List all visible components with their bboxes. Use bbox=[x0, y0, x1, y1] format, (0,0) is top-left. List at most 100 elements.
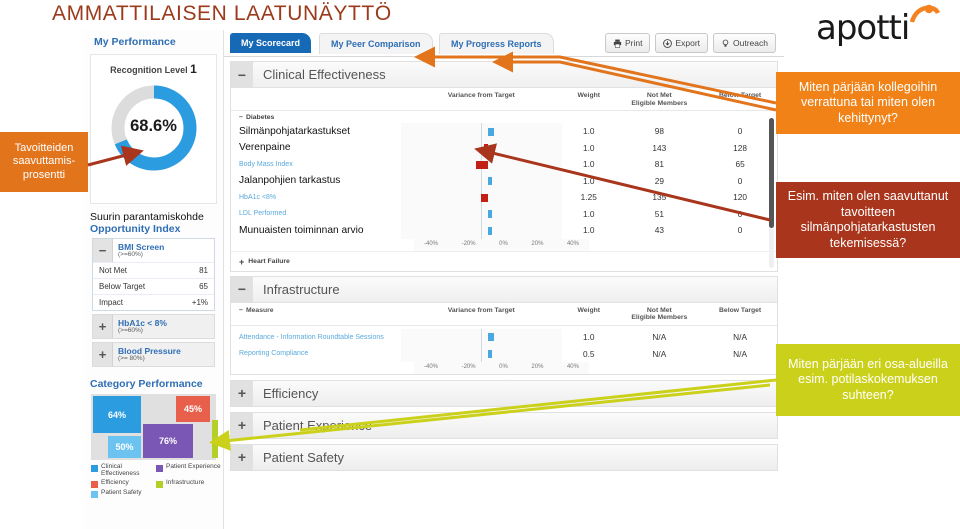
zero-axis bbox=[481, 123, 483, 140]
measure-rows-clinical-effectiveness: Silmänpohjatarkastukset 1.0 98 0 Verenpaine 1… bbox=[231, 123, 777, 239]
subgroup-header-diabetes[interactable]: − Diabetes bbox=[231, 111, 777, 123]
minus-icon[interactable]: − bbox=[93, 239, 113, 262]
below-target-cell: 65 bbox=[735, 159, 745, 170]
legend-swatch-icon bbox=[91, 480, 98, 488]
zero-axis bbox=[481, 345, 483, 362]
accordion-item-hba1c[interactable]: + HbA1c < 8% (>=60%) bbox=[92, 314, 215, 339]
measure-name-cell[interactable]: Body Mass Index bbox=[231, 161, 401, 168]
opportunity-accordion: − BMI Screen (>=60%) Not Met 81 Below Ta… bbox=[92, 238, 215, 367]
variance-bar bbox=[488, 333, 494, 342]
treemap-tile-patient-safety[interactable]: 50% bbox=[108, 436, 141, 458]
axis-tick: 40% bbox=[566, 363, 579, 370]
measure-name-cell[interactable]: LDL Performed bbox=[231, 210, 401, 217]
row-label: Below Target bbox=[99, 282, 146, 291]
tab-my-peer-comparison[interactable]: My Peer Comparison bbox=[319, 33, 433, 54]
minus-icon[interactable]: − bbox=[231, 276, 253, 302]
tab-my-scorecard[interactable]: My Scorecard bbox=[230, 33, 312, 53]
variance-plot bbox=[400, 156, 562, 173]
below-target-cell: 128 bbox=[733, 142, 748, 153]
table-row[interactable]: Munuaisten toiminnan arvio 1.0 43 0 bbox=[231, 222, 777, 239]
legend-label: Patient Experience bbox=[166, 463, 221, 470]
minus-icon[interactable]: − bbox=[231, 62, 253, 87]
measure-threshold: (>= 80%) bbox=[118, 354, 145, 362]
weight-cell: 1.0 bbox=[582, 332, 595, 343]
accordion-item-bmi-screen[interactable]: − BMI Screen (>=60%) Not Met 81 Below Ta… bbox=[92, 238, 215, 311]
treemap-tile-clinical-effectiveness[interactable]: 64% bbox=[93, 396, 141, 433]
variance-axis-labels: -40% -20% 0% 20% 40% bbox=[414, 238, 589, 251]
legend-label: Clinical Effectiveness bbox=[101, 463, 140, 477]
not-met-cell: 135 bbox=[652, 192, 667, 203]
variance-plot bbox=[400, 189, 562, 206]
table-row[interactable]: Reporting Compliance 0.5 N/A N/A bbox=[231, 345, 777, 362]
table-row[interactable]: Silmänpohjatarkastukset 1.0 98 0 bbox=[231, 123, 777, 140]
apotti-logo: apotti bbox=[816, 4, 946, 60]
treemap-tile-infrastructure[interactable] bbox=[212, 420, 218, 458]
below-target-cell: 0 bbox=[737, 208, 743, 219]
accordion-header[interactable]: + HbA1c < 8% (>=60%) bbox=[93, 315, 214, 338]
callout-patient-experience: Miten pärjään eri osa-alueilla esim. pot… bbox=[776, 344, 960, 416]
plus-icon[interactable]: + bbox=[231, 380, 253, 406]
variance-bar bbox=[488, 210, 492, 219]
zero-axis bbox=[481, 328, 483, 346]
variance-plot bbox=[400, 205, 562, 223]
plus-icon[interactable]: + bbox=[239, 257, 244, 267]
weight-cell: 1.0 bbox=[582, 142, 595, 153]
outreach-button[interactable]: Outreach bbox=[713, 33, 776, 53]
variance-bar bbox=[476, 160, 488, 169]
section-patient-experience[interactable]: + Patient Experience bbox=[230, 411, 778, 439]
row-label: Not Met bbox=[99, 266, 128, 275]
download-icon bbox=[663, 38, 673, 48]
legend-item: Patient Safety bbox=[91, 489, 156, 498]
table-row[interactable]: LDL Performed 1.0 51 0 bbox=[231, 205, 777, 223]
row-value: 65 bbox=[199, 282, 208, 291]
accordion-item-blood-pressure[interactable]: + Blood Pressure (>= 80%) bbox=[92, 342, 215, 367]
section-header[interactable]: − Infrastructure bbox=[231, 276, 777, 303]
subgroup-header-heart-failure[interactable]: + Heart Failure bbox=[231, 250, 777, 271]
accordion-header[interactable]: − BMI Screen (>=60%) bbox=[93, 239, 214, 262]
minus-icon[interactable]: − bbox=[239, 307, 243, 314]
column-header-below-target: Below Target bbox=[719, 306, 762, 314]
table-row[interactable]: HbA1c <8% 1.25 135 120 bbox=[231, 189, 777, 206]
row-value: +1% bbox=[191, 298, 208, 307]
zero-axis bbox=[481, 222, 483, 239]
measure-name-cell[interactable]: Reporting Compliance bbox=[231, 350, 401, 357]
accordion-header[interactable]: + Blood Pressure (>= 80%) bbox=[93, 343, 214, 366]
table-row[interactable]: Verenpaine 1.0 143 128 bbox=[231, 139, 777, 157]
table-header-row: − Measure Variance from Target Weight Not… bbox=[231, 303, 777, 326]
table-scrollbar-thumb[interactable] bbox=[769, 118, 774, 228]
plus-icon[interactable]: + bbox=[93, 315, 113, 338]
print-label: Print bbox=[624, 38, 643, 48]
column-header-variance: Variance from Target bbox=[447, 306, 515, 314]
section-header[interactable]: − Clinical Effectiveness bbox=[231, 62, 777, 88]
measure-name-cell[interactable]: Attendance - Information Roundtable Sess… bbox=[231, 334, 401, 341]
table-row[interactable]: Body Mass Index 1.0 81 65 bbox=[231, 156, 777, 173]
measure-name-cell[interactable]: HbA1c <8% bbox=[231, 194, 401, 201]
main-content: My Scorecard My Peer Comparison My Progr… bbox=[224, 30, 784, 529]
sidebar-title: My Performance bbox=[94, 36, 176, 48]
outreach-label: Outreach bbox=[733, 38, 768, 48]
variance-bar bbox=[488, 349, 492, 358]
table-row[interactable]: Jalanpohjien tarkastus 1.0 29 0 bbox=[231, 172, 777, 190]
section-efficiency[interactable]: + Efficiency bbox=[230, 379, 778, 407]
table-row[interactable]: Attendance - Information Roundtable Sess… bbox=[231, 328, 777, 346]
minus-icon[interactable]: − bbox=[239, 114, 243, 121]
not-met-cell: N/A bbox=[652, 332, 667, 343]
export-button[interactable]: Export bbox=[655, 33, 709, 53]
variance-bar bbox=[480, 193, 488, 202]
section-title: Patient Experience bbox=[263, 417, 373, 433]
treemap-tile-patient-experience[interactable]: 76% bbox=[143, 424, 193, 458]
tab-my-progress-reports[interactable]: My Progress Reports bbox=[439, 33, 554, 54]
zero-axis bbox=[481, 139, 483, 157]
section-patient-safety[interactable]: + Patient Safety bbox=[230, 443, 778, 471]
print-button[interactable]: Print bbox=[604, 33, 651, 53]
plus-icon[interactable]: + bbox=[231, 412, 253, 438]
column-header-not-met: Not Met Eligible Members bbox=[616, 307, 704, 322]
axis-tick: 0% bbox=[499, 240, 508, 247]
recognition-level-label: Recognition Level 1 bbox=[91, 55, 216, 76]
plus-icon[interactable]: + bbox=[231, 444, 253, 470]
column-header-below-target: Below Target bbox=[719, 92, 762, 99]
variance-plot bbox=[400, 328, 562, 346]
plus-icon[interactable]: + bbox=[93, 343, 113, 366]
column-header-not-met: Not Met Eligible Members bbox=[616, 92, 704, 107]
treemap-tile-efficiency[interactable]: 45% bbox=[176, 396, 210, 422]
